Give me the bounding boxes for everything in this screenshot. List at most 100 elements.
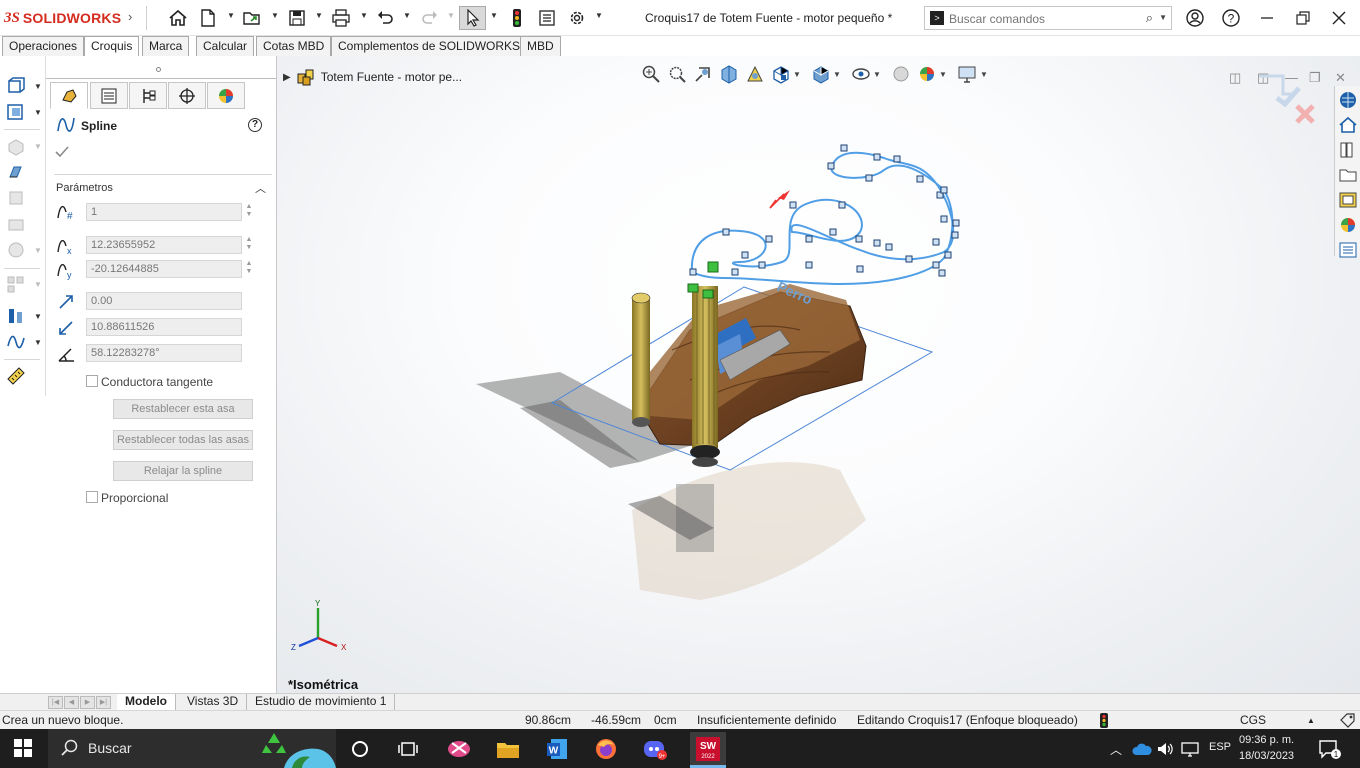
- tab-cotas-mbd[interactable]: Cotas MBD: [256, 36, 332, 56]
- tag-icon[interactable]: [1340, 713, 1356, 728]
- tangent-weight-2-field[interactable]: 10.88611526: [86, 318, 242, 336]
- help-icon[interactable]: ?: [1218, 5, 1244, 31]
- undo-dropdown-arrow-icon[interactable]: ▼: [403, 11, 411, 20]
- command-search[interactable]: > ⌕ ▼: [924, 6, 1172, 30]
- tab-feature-manager[interactable]: [50, 82, 88, 109]
- tab-croquis[interactable]: Croquis: [84, 36, 140, 56]
- tab-marca[interactable]: Marca: [142, 36, 190, 56]
- spline-point-number-field[interactable]: 1: [86, 203, 242, 221]
- options-dropdown-arrow-icon[interactable]: ▼: [595, 11, 603, 20]
- snipping-tool-icon[interactable]: [445, 735, 473, 763]
- spinner-arrows-icon[interactable]: ▲ ▼: [245, 260, 253, 276]
- system-clock[interactable]: 09:36 p. m. 18/03/2023: [1239, 732, 1294, 764]
- line-dropdown-arrow-icon[interactable]: ▼: [34, 312, 42, 321]
- last-tab-icon[interactable]: ▶|: [96, 696, 111, 709]
- options-gear-icon[interactable]: [565, 6, 589, 30]
- proportional-checkbox[interactable]: [86, 491, 98, 503]
- network-icon[interactable]: [1180, 741, 1200, 757]
- file-explorer-folder-icon[interactable]: [1338, 165, 1358, 185]
- tangent-weight-1-field[interactable]: 0.00: [86, 292, 242, 310]
- ok-check-icon[interactable]: [54, 144, 70, 160]
- first-tab-icon[interactable]: |◀: [48, 696, 63, 709]
- firefox-icon[interactable]: [592, 735, 620, 763]
- measure-ruler-icon[interactable]: [6, 366, 26, 386]
- solidworks-resources-globe-icon[interactable]: [1338, 90, 1358, 110]
- tray-overflow-chevron-icon[interactable]: ︿: [1110, 741, 1122, 758]
- input-language[interactable]: ESP: [1209, 741, 1231, 753]
- reset-handle-button[interactable]: Restablecer esta asa: [113, 399, 253, 419]
- solidworks-taskbar-icon[interactable]: SW 2022: [690, 732, 726, 765]
- graphics-viewport[interactable]: ▶ Totem Fuente - motor pe... ▼ ▼ ▼ ▼ ▼ ◫…: [277, 56, 1360, 693]
- new-document-icon[interactable]: [196, 6, 220, 30]
- task-view-icon[interactable]: [394, 735, 422, 763]
- microsoft-word-icon[interactable]: W: [543, 735, 571, 763]
- select-dropdown-arrow-icon[interactable]: ▼: [490, 11, 498, 20]
- save-dropdown-arrow-icon[interactable]: ▼: [315, 11, 323, 20]
- tab-mbd[interactable]: MBD: [520, 36, 561, 56]
- collapse-chevron-up-icon[interactable]: ︿: [255, 180, 266, 196]
- next-tab-icon[interactable]: ▶: [80, 696, 95, 709]
- file-explorer-icon[interactable]: [494, 735, 522, 763]
- undo-icon[interactable]: [373, 6, 397, 30]
- line-tool-icon[interactable]: [6, 306, 26, 326]
- home-icon[interactable]: [166, 6, 190, 30]
- restore-icon[interactable]: [1290, 5, 1316, 31]
- panel-grip-handle[interactable]: [156, 67, 161, 72]
- tab-display-manager[interactable]: [207, 82, 245, 109]
- cortana-circle-icon[interactable]: [346, 735, 374, 763]
- tab-scroll-arrows[interactable]: |◀ ◀ ▶ ▶|: [48, 696, 112, 709]
- taskbar-search[interactable]: Buscar: [48, 729, 336, 768]
- windows-start-icon[interactable]: [14, 739, 32, 757]
- discord-icon[interactable]: 9+: [641, 735, 669, 763]
- solidworks-logo[interactable]: 3S SOLIDWORKS: [4, 8, 121, 28]
- tangent-driving-checkbox[interactable]: [86, 375, 98, 387]
- tab-operaciones[interactable]: Operaciones: [2, 36, 85, 56]
- tab-property-manager[interactable]: [90, 82, 128, 109]
- select-pointer-icon[interactable]: [459, 6, 486, 30]
- minimize-icon[interactable]: [1254, 5, 1280, 31]
- spinner-arrows-icon[interactable]: ▲ ▼: [245, 203, 253, 219]
- brass-tube-center[interactable]: [690, 286, 720, 467]
- design-library-icon[interactable]: [1338, 140, 1358, 160]
- brass-rod-left[interactable]: [631, 292, 651, 427]
- sketch-icon[interactable]: [6, 76, 26, 96]
- close-icon[interactable]: [1326, 5, 1352, 31]
- tab-motion-study[interactable]: Estudio de movimiento 1: [247, 694, 396, 710]
- tab-dimxpert-manager[interactable]: [168, 82, 206, 109]
- rebuild-status-icon[interactable]: [1099, 713, 1109, 728]
- unit-system-dropdown-arrow-icon[interactable]: ▲: [1307, 716, 1315, 725]
- spinner-arrows-icon[interactable]: ▲ ▼: [245, 236, 253, 252]
- help-icon[interactable]: ?: [248, 118, 262, 132]
- tab-calcular[interactable]: Calcular: [196, 36, 255, 56]
- search-input[interactable]: [949, 10, 1139, 27]
- logo-menu-arrow-icon[interactable]: ›: [128, 9, 132, 24]
- custom-properties-icon[interactable]: [1338, 240, 1358, 260]
- 3d-sketch-icon[interactable]: [6, 102, 26, 122]
- rebuild-traffic-light-icon[interactable]: [505, 6, 529, 30]
- view-palette-icon[interactable]: [1338, 190, 1358, 210]
- model-scene[interactable]: Perro: [277, 56, 1334, 693]
- save-icon[interactable]: [285, 6, 309, 30]
- tangent-angle-field[interactable]: 58.12283278°: [86, 344, 242, 362]
- tab-complementos[interactable]: Complementos de SOLIDWORKS: [331, 36, 528, 56]
- instant-3d-icon[interactable]: [6, 162, 26, 182]
- open-dropdown-arrow-icon[interactable]: ▼: [271, 11, 279, 20]
- open-file-icon[interactable]: [240, 6, 264, 30]
- new-dropdown-arrow-icon[interactable]: ▼: [227, 11, 235, 20]
- unit-system[interactable]: CGS: [1240, 713, 1266, 727]
- spline-dropdown-arrow-icon[interactable]: ▼: [34, 338, 42, 347]
- user-account-icon[interactable]: [1182, 5, 1208, 31]
- appearances-scenes-icon[interactable]: [1338, 215, 1358, 235]
- print-dropdown-arrow-icon[interactable]: ▼: [360, 11, 368, 20]
- spline-curve[interactable]: [690, 151, 955, 286]
- spline-tool-icon[interactable]: [6, 332, 26, 352]
- home-icon[interactable]: [1338, 115, 1358, 135]
- print-icon[interactable]: [329, 6, 353, 30]
- search-dropdown-arrow-icon[interactable]: ▼: [1159, 13, 1167, 22]
- tab-vistas-3d[interactable]: Vistas 3D: [179, 694, 248, 710]
- onedrive-cloud-icon[interactable]: [1132, 742, 1152, 756]
- file-properties-icon[interactable]: [535, 6, 559, 30]
- relax-spline-button[interactable]: Relajar la spline: [113, 461, 253, 481]
- x-coordinate-field[interactable]: 12.23655952: [86, 236, 242, 254]
- tab-modelo[interactable]: Modelo: [117, 694, 176, 710]
